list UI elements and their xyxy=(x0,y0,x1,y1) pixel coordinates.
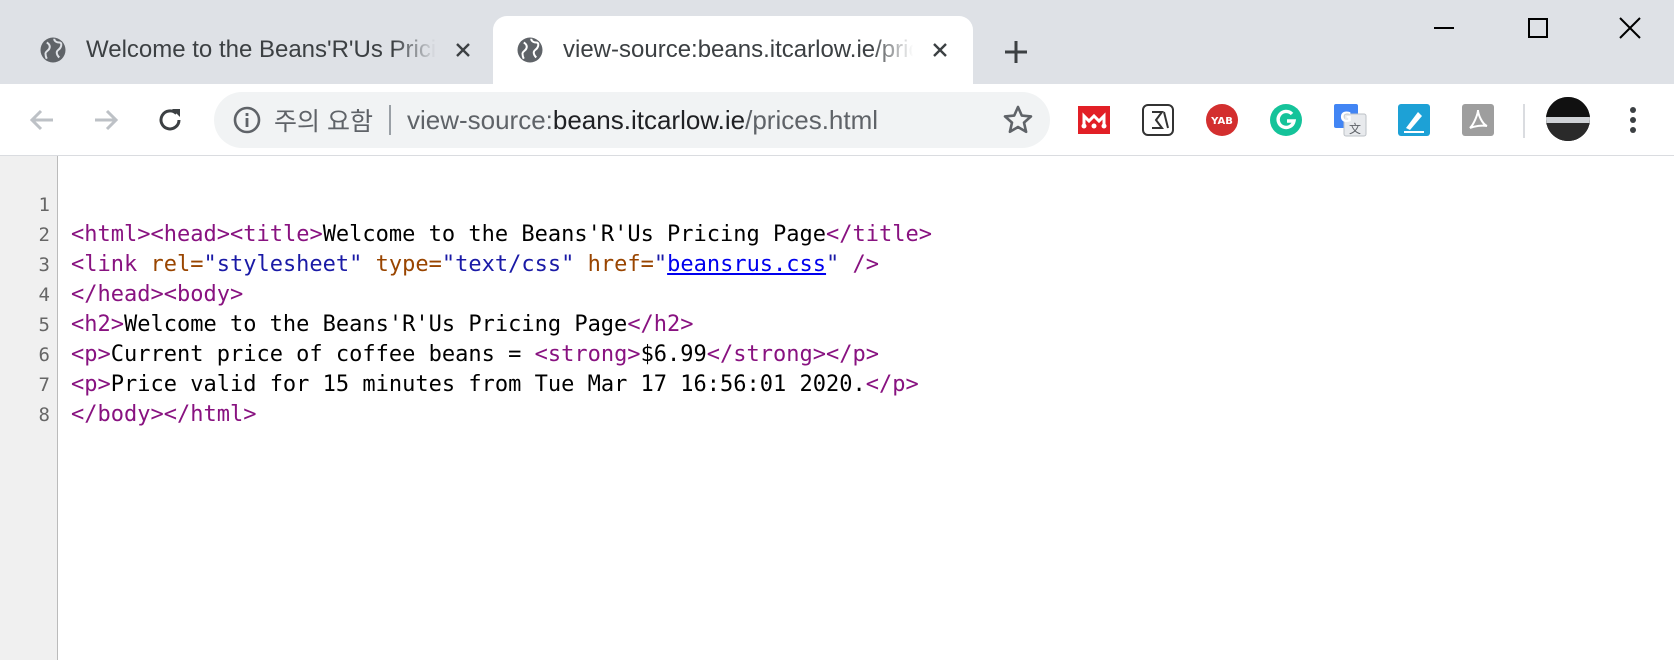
kebab-menu-icon[interactable] xyxy=(1618,102,1648,138)
source-line: 3 </head><body> xyxy=(0,220,1674,307)
line-content: </body></html> xyxy=(71,400,256,430)
source-line: 7 </body></html> xyxy=(0,340,1674,427)
info-icon[interactable] xyxy=(232,105,262,135)
bookmark-star-icon[interactable] xyxy=(1002,104,1034,136)
url-path: /prices.html xyxy=(745,104,879,135)
tab-strip: Welcome to the Beans'R'Us Pricing Page v… xyxy=(0,0,1674,84)
source-line: 8 xyxy=(0,370,1674,426)
url-text[interactable]: view-source:beans.itcarlow.ie/prices.htm… xyxy=(407,105,878,136)
forward-button[interactable] xyxy=(88,102,124,138)
tab-close-icon[interactable] xyxy=(927,37,953,63)
url-prefix: view-source: xyxy=(406,104,553,135)
tab-title: view-source:beans.itcarlow.ie/prices.htm… xyxy=(563,36,913,63)
tag-token: </body> xyxy=(71,402,164,427)
address-bar[interactable]: 주의 요함 view-source:beans.itcarlow.ie/pric… xyxy=(214,92,1050,148)
source-line: 1 <html><head><title>Welcome to the Bean… xyxy=(0,160,1674,247)
sigma-extension-icon[interactable] xyxy=(1140,102,1176,138)
security-status-text: 주의 요함 xyxy=(274,108,373,136)
omnibox-divider xyxy=(388,105,391,135)
close-window-button[interactable] xyxy=(1600,8,1660,48)
source-view: 1 <html><head><title>Welcome to the Bean… xyxy=(0,156,1674,660)
new-tab-plus-icon[interactable] xyxy=(998,34,1034,70)
svg-text:文: 文 xyxy=(1349,121,1361,136)
tab-title: Welcome to the Beans'R'Us Pricing Page xyxy=(86,36,436,63)
yab-extension-icon[interactable]: YAB xyxy=(1204,102,1240,138)
mendeley-icon[interactable] xyxy=(1076,102,1112,138)
source-line: 5 <p>Current price of coffee beans = <st… xyxy=(0,280,1674,367)
reload-icon xyxy=(159,109,181,131)
tab-view-source[interactable]: view-source:beans.itcarlow.ie/prices.htm… xyxy=(493,16,973,84)
pdf-extension-icon[interactable] xyxy=(1460,102,1496,138)
source-line: 2 <link rel="stylesheet" type="text/css"… xyxy=(0,190,1674,277)
line-number: 8 xyxy=(38,404,50,426)
globe-icon xyxy=(40,37,66,63)
minimize-button[interactable] xyxy=(1414,8,1474,48)
tab-close-icon[interactable] xyxy=(450,37,476,63)
google-translate-icon[interactable]: G文 xyxy=(1332,102,1368,138)
url-host: beans.itcarlow.ie xyxy=(552,104,746,135)
back-arrow-icon xyxy=(29,109,53,131)
browser-toolbar: 주의 요함 view-source:beans.itcarlow.ie/pric… xyxy=(0,84,1674,156)
toolbar-divider xyxy=(1523,104,1525,138)
svg-text:YAB: YAB xyxy=(1210,116,1233,127)
source-line: 4 <h2>Welcome to the Beans'R'Us Pricing … xyxy=(0,250,1674,337)
back-button[interactable] xyxy=(24,102,60,138)
forward-arrow-icon xyxy=(95,109,119,131)
maximize-button[interactable] xyxy=(1508,8,1568,48)
grammarly-icon[interactable] xyxy=(1268,102,1304,138)
profile-avatar[interactable] xyxy=(1546,97,1590,141)
tab-beans-page[interactable]: Welcome to the Beans'R'Us Pricing Page xyxy=(16,16,489,84)
globe-icon xyxy=(517,37,543,63)
source-code: 1 <html><head><title>Welcome to the Bean… xyxy=(0,160,1674,427)
reload-button[interactable] xyxy=(152,102,188,138)
source-line: 6 <p>Price valid for 15 minutes from Tue… xyxy=(0,310,1674,397)
tag-token: </html> xyxy=(163,402,257,427)
pen-extension-icon[interactable] xyxy=(1396,102,1432,138)
